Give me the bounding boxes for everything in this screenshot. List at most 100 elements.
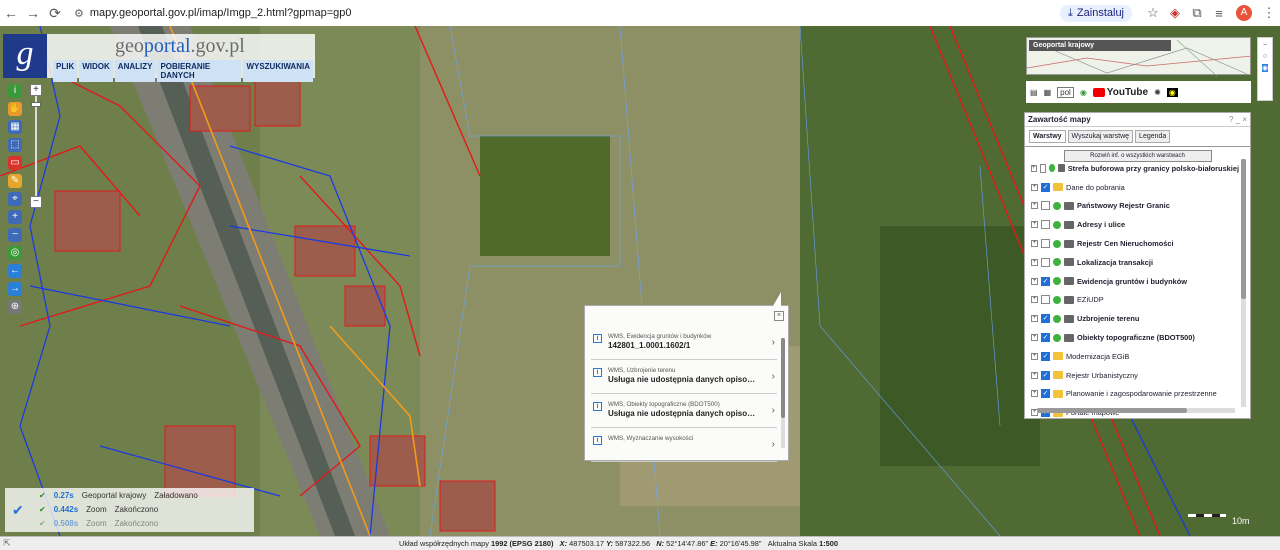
expand-layer-icon[interactable]: + <box>1031 202 1038 210</box>
zoom-out-icon[interactable]: − <box>8 228 22 242</box>
zoom-slider[interactable]: + − <box>30 84 42 212</box>
expand-layer-icon[interactable]: + <box>1031 390 1038 398</box>
menu-widok[interactable]: WIDOK <box>79 60 113 82</box>
full-extent-icon[interactable]: ⊕ <box>8 300 22 314</box>
expand-layer-icon[interactable]: + <box>1031 334 1038 342</box>
zoom-track[interactable] <box>31 96 41 196</box>
popup-item[interactable]: i WMS, Uzbrojenie terenu Usługa nie udostę… <box>591 362 777 394</box>
layer-item[interactable]: + ✓ Planowanie i zagospodarowanie przestrz… <box>1031 385 1239 404</box>
popup-scrollbar[interactable] <box>781 338 785 448</box>
layer-checkbox[interactable]: ✓ <box>1041 182 1050 192</box>
layer-item[interactable]: + Strefa buforowa przy granicy polsko-bia… <box>1031 159 1239 178</box>
eye-icon[interactable]: ◉ <box>1261 64 1269 72</box>
panel-hscroll-thumb[interactable] <box>1037 408 1187 413</box>
layer-item[interactable]: + ✓ Dane do pobrania <box>1031 178 1239 197</box>
language-select[interactable]: pol <box>1057 86 1074 98</box>
youtube-link[interactable]: YouTube <box>1092 87 1148 98</box>
layer-item[interactable]: + Adresy i ulice <box>1031 215 1239 234</box>
chevron-right-icon[interactable]: › <box>772 405 775 416</box>
expand-layer-icon[interactable]: + <box>1031 277 1038 285</box>
previous-view-icon[interactable]: ← <box>8 264 22 278</box>
accessibility-icon[interactable]: ✺ <box>1154 88 1161 97</box>
layer-checkbox[interactable] <box>1041 295 1050 305</box>
layer-item[interactable]: + Rejestr Cen Nieruchomości <box>1031 234 1239 253</box>
install-button[interactable]: ⤓ Zainstaluj <box>1060 4 1132 22</box>
menu-analizy[interactable]: ANALIZY <box>114 60 156 82</box>
pan-hand-icon[interactable]: ✋ <box>8 102 22 116</box>
select-icon[interactable]: ⬚ <box>8 138 22 152</box>
layer-item[interactable]: + EZiUDP <box>1031 291 1239 310</box>
reading-list-icon[interactable]: ≡ <box>1208 6 1230 21</box>
map-canvas[interactable]: g geoportal.gov.pl PLIK WIDOK ANALIZY PO… <box>0 26 1280 536</box>
layer-item[interactable]: + Państwowy Rejestr Granic <box>1031 197 1239 216</box>
expand-layer-icon[interactable]: + <box>1031 352 1038 360</box>
popup-item[interactable]: i WMS, Wyznaczanie wysokości › <box>591 430 777 462</box>
layer-item[interactable]: + ✓ Uzbrojenie terenu <box>1031 309 1239 328</box>
draw-icon[interactable]: ✎ <box>8 174 22 188</box>
layer-checkbox[interactable]: ✓ <box>1041 314 1050 324</box>
avatar[interactable]: A <box>1236 5 1252 21</box>
fullscreen-icon[interactable]: ⇱ <box>0 538 14 549</box>
extension-icon[interactable]: ◈ <box>1164 5 1186 21</box>
zoom-in-icon[interactable]: + <box>8 210 22 224</box>
expand-layer-icon[interactable]: + <box>1031 258 1038 266</box>
site-settings-icon[interactable]: ⚙ <box>74 7 84 20</box>
globe-icon[interactable]: ◎ <box>8 246 22 260</box>
chevron-right-icon[interactable]: › <box>772 439 775 450</box>
forward-icon[interactable]: → <box>22 5 44 21</box>
layer-checkbox[interactable]: ✓ <box>1041 351 1050 361</box>
help-icon[interactable]: ◉ <box>1080 88 1087 97</box>
zoom-in-button[interactable]: + <box>30 84 42 96</box>
menu-wyszukiwania[interactable]: WYSZUKIWANIA <box>243 60 313 82</box>
overview-map[interactable]: Geoportal krajowy <box>1026 37 1252 76</box>
popup-item[interactable]: i WMS, Ewidencja gruntów i budynków 142801… <box>591 328 777 360</box>
panel-vertical-scrollbar[interactable] <box>1241 159 1246 407</box>
address-bar[interactable]: ⚙ mapy.geoportal.gov.pl/imap/Imgp_2.html… <box>74 7 1060 20</box>
layer-item[interactable]: + ✓ Rejestr Urbanistyczny <box>1031 366 1239 385</box>
expand-layer-icon[interactable]: + <box>1031 315 1038 323</box>
expand-layer-icon[interactable]: + <box>1031 221 1038 229</box>
back-icon[interactable]: ← <box>0 5 22 21</box>
close-icon[interactable]: × <box>774 311 784 321</box>
layer-checkbox[interactable]: ✓ <box>1041 370 1050 380</box>
layer-item[interactable]: + Lokalizacja transakcji <box>1031 253 1239 272</box>
xyz-icon[interactable]: ⌖ <box>8 192 22 206</box>
menu-pobieranie-danych[interactable]: POBIERANIE DANYCH <box>157 60 242 82</box>
table-icon[interactable]: ▦ <box>8 120 22 134</box>
measure-icon[interactable]: ▭ <box>8 156 22 170</box>
layer-checkbox[interactable] <box>1041 220 1050 230</box>
expand-layer-icon[interactable]: + <box>1031 371 1038 379</box>
chevron-right-icon[interactable]: › <box>772 337 775 348</box>
layer-checkbox[interactable]: ✓ <box>1041 389 1050 399</box>
minimize-icon[interactable]: − <box>1263 42 1267 49</box>
zoom-out-button[interactable]: − <box>30 196 42 208</box>
panel-horizontal-scrollbar[interactable] <box>1037 408 1235 413</box>
circle-icon[interactable]: ○ <box>1263 53 1267 60</box>
layer-checkbox[interactable]: ✓ <box>1041 276 1050 286</box>
reload-icon[interactable]: ⟳ <box>44 5 66 22</box>
info-icon[interactable]: i <box>8 84 22 98</box>
bookmark-star-icon[interactable]: ☆ <box>1142 5 1164 21</box>
panel-scroll-thumb[interactable] <box>1241 159 1246 299</box>
layer-item[interactable]: + ✓ Obiekty topograficzne (BDOT500) <box>1031 328 1239 347</box>
layer-item[interactable]: + ✓ Modernizacja EGiB <box>1031 347 1239 366</box>
contrast-icon[interactable]: ◉ <box>1166 87 1178 97</box>
zoom-thumb[interactable] <box>31 102 41 107</box>
tab-wyszukaj-warstwe[interactable]: Wyszukaj warstwę <box>1067 130 1134 143</box>
puzzle-icon[interactable]: ⧉ <box>1186 5 1208 21</box>
expand-layer-icon[interactable]: + <box>1031 296 1038 304</box>
popup-item[interactable]: i WMS, Obiekty topograficzne (BDOT500) Usł… <box>591 396 777 428</box>
grid-icon[interactable]: ▦ <box>1044 88 1052 97</box>
layer-checkbox[interactable] <box>1041 201 1050 211</box>
tab-legenda[interactable]: Legenda <box>1135 130 1171 143</box>
layer-checkbox[interactable] <box>1041 239 1050 249</box>
expand-layer-icon[interactable]: + <box>1031 164 1037 172</box>
kebab-menu-icon[interactable]: ⋮ <box>1258 5 1280 21</box>
next-view-icon[interactable]: → <box>8 282 22 296</box>
tab-warstwy[interactable]: Warstwy <box>1029 130 1066 143</box>
layer-checkbox[interactable]: ✓ <box>1041 333 1050 343</box>
popup-scroll-thumb[interactable] <box>781 338 785 418</box>
expand-layer-icon[interactable]: + <box>1031 240 1038 248</box>
expand-layer-icon[interactable]: + <box>1031 183 1038 191</box>
layer-checkbox[interactable] <box>1039 163 1047 173</box>
